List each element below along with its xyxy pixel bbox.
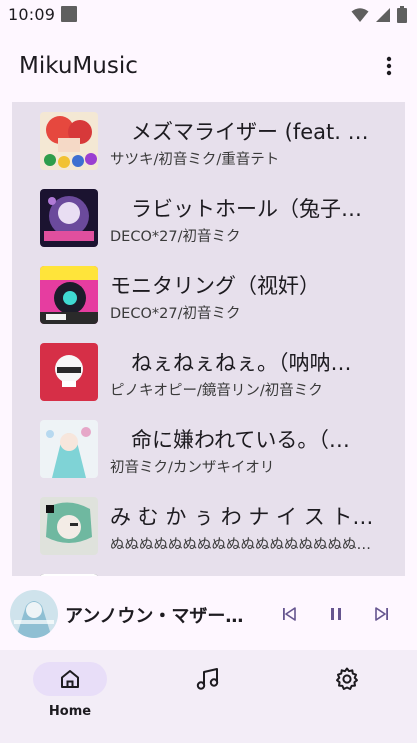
- album-cover: [40, 266, 98, 324]
- song-title: メズマライザー (feat. …: [110, 120, 369, 144]
- pause-button[interactable]: [320, 598, 352, 630]
- song-title: 命に嫌われている。（…: [110, 428, 350, 452]
- song-list[interactable]: メズマライザー (feat. … サツキ/初音ミク/重音テト ラビットホール（兔…: [12, 102, 405, 576]
- song-artist: DECO*27/初音ミク: [110, 229, 241, 245]
- song-artist: DECO*27/初音ミク: [110, 306, 241, 322]
- cellular-signal-icon: [376, 7, 390, 22]
- nav-library-indicator: [171, 662, 245, 696]
- album-cover: [40, 420, 98, 478]
- song-item[interactable]: モニタリング（视奸） DECO*27/初音ミク: [12, 256, 405, 333]
- song-title: み む か ぅ わ ナ イ ス ト…: [110, 505, 374, 529]
- bottom-navigation: Home: [0, 650, 417, 743]
- now-playing-cover: [10, 590, 58, 638]
- home-icon: [61, 670, 79, 688]
- album-cover: [40, 112, 98, 170]
- nav-home-label: Home: [48, 704, 92, 719]
- status-bar: 10:09: [0, 0, 417, 30]
- nav-library[interactable]: [153, 662, 263, 732]
- skip-next-icon: [375, 607, 388, 621]
- album-cover: [40, 497, 98, 555]
- song-artist: ぬぬぬぬぬぬぬぬぬぬぬぬぬぬぬぬぬ…: [110, 537, 371, 553]
- song-item[interactable]: [12, 564, 405, 576]
- gear-icon: [336, 667, 358, 690]
- status-icons: [351, 6, 407, 23]
- mini-player[interactable]: アンノウン・マザー…: [0, 576, 417, 650]
- album-cover: [40, 343, 98, 401]
- app-screen: 10:09 MikuMusic メズマライザー (feat. … サツキ/初音ミ…: [0, 0, 417, 743]
- nav-settings[interactable]: [292, 662, 402, 732]
- album-cover: [40, 189, 98, 247]
- wifi-icon: [351, 7, 369, 22]
- app-bar: MikuMusic: [0, 30, 417, 102]
- song-item[interactable]: ねぇねぇねぇ。（呐呐… ピノキオピー/鏡音リン/初音ミク: [12, 333, 405, 410]
- song-item[interactable]: ラビットホール（兔子… DECO*27/初音ミク: [12, 179, 405, 256]
- previous-button[interactable]: [273, 598, 305, 630]
- app-title: MikuMusic: [19, 53, 138, 79]
- song-artist: ピノキオピー/鏡音リン/初音ミク: [110, 383, 323, 399]
- pause-icon: [331, 608, 341, 620]
- song-item[interactable]: メズマライザー (feat. … サツキ/初音ミク/重音テト: [12, 102, 405, 179]
- status-time: 10:09: [8, 5, 56, 24]
- song-title: ねぇねぇねぇ。（呐呐…: [110, 351, 352, 375]
- battery-icon: [397, 6, 407, 23]
- song-artist: 初音ミク/カンザキイオリ: [110, 460, 275, 476]
- more-vert-icon: [386, 56, 392, 76]
- song-title: ラビットホール（兔子…: [110, 197, 362, 221]
- overflow-menu-button[interactable]: [373, 50, 405, 82]
- song-title: モニタリング（视奸）: [110, 274, 320, 298]
- song-artist: サツキ/初音ミク/重音テト: [110, 152, 280, 168]
- skip-previous-icon: [283, 607, 296, 621]
- nav-home-indicator: [33, 662, 107, 696]
- song-item[interactable]: み む か ぅ わ ナ イ ス ト… ぬぬぬぬぬぬぬぬぬぬぬぬぬぬぬぬぬ…: [12, 487, 405, 564]
- nav-home[interactable]: Home: [15, 662, 125, 732]
- nav-settings-indicator: [310, 662, 384, 696]
- music-note-icon: [196, 668, 219, 690]
- next-button[interactable]: [366, 598, 398, 630]
- now-playing-title: アンノウン・マザー…: [65, 606, 244, 627]
- notification-icon: [61, 6, 77, 22]
- song-item[interactable]: 命に嫌われている。（… 初音ミク/カンザキイオリ: [12, 410, 405, 487]
